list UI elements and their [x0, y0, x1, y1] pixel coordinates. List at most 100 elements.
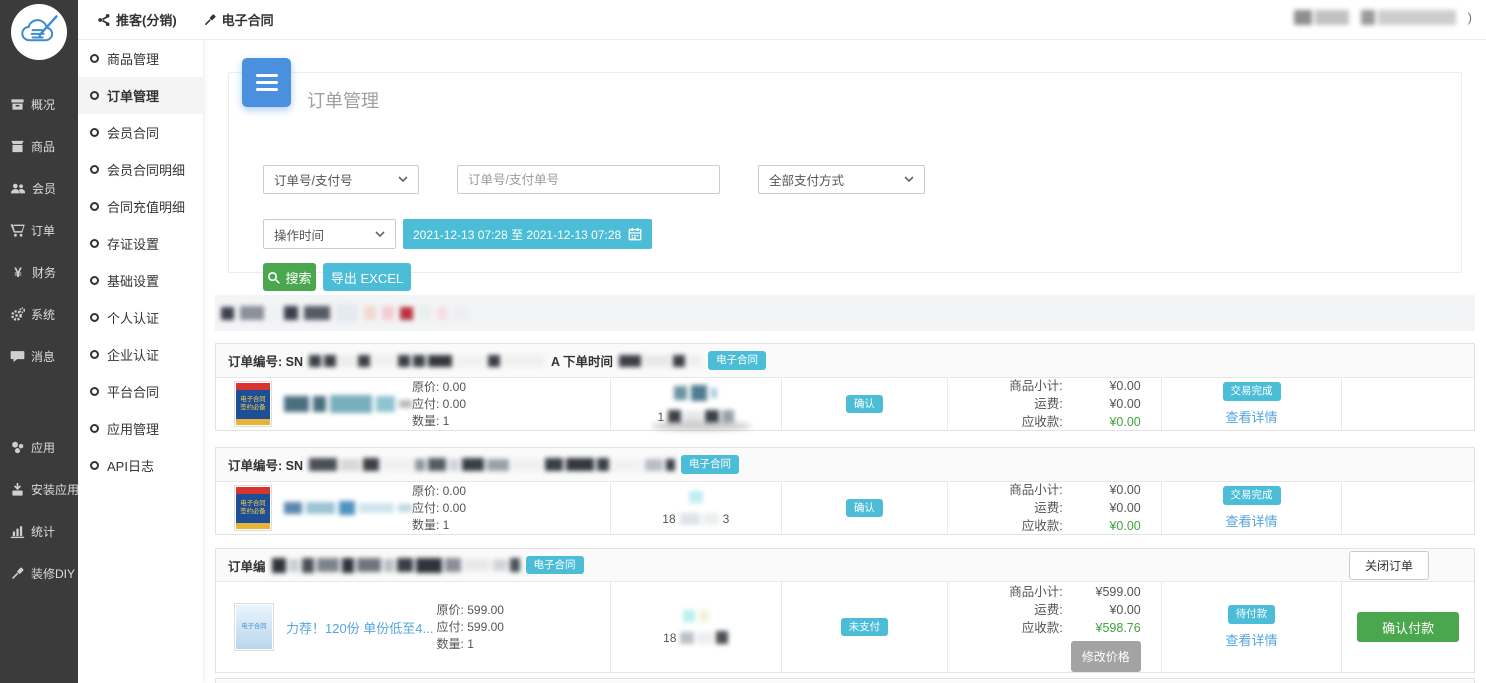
close-order-button[interactable]: 关闭订单 — [1349, 551, 1429, 580]
price-block: 原价: 599.00 应付: 599.00 数量: 1 — [437, 602, 600, 653]
sidebar-item-stats[interactable]: 统计 — [0, 510, 78, 552]
totals-cell: 商品小计:¥0.00 运费:¥0.00 应收款:¥0.00 — [948, 378, 1162, 430]
submenu-label: 会员合同 — [107, 123, 159, 142]
topbar-item-distribution[interactable]: 推客(分销) — [97, 10, 177, 29]
sidebar-item-messages[interactable]: 消息 — [0, 335, 78, 377]
search-icon — [267, 271, 280, 284]
buyer-phone: 1 — [657, 410, 734, 424]
circle-icon — [90, 350, 99, 359]
order-status-tabs[interactable] — [215, 295, 1475, 331]
view-detail-link[interactable]: 查看详情 — [1226, 511, 1278, 530]
account-suffix: ) — [1468, 10, 1472, 25]
chat-bubble-icon — [10, 349, 25, 364]
redacted-buyer-name — [689, 491, 703, 503]
receivable-label: 应收款: — [948, 413, 1063, 431]
sidebar-item-finance[interactable]: ¥ 财务 — [0, 251, 78, 293]
order-status-badge: 待付款 — [1228, 605, 1276, 624]
sidebar-item-label: 安装应用 — [31, 481, 79, 498]
submenu-item-basic-settings[interactable]: 基础设置 — [78, 262, 203, 299]
buyer-fragment: 18 — [662, 512, 675, 526]
shipping-label: 运费: — [948, 395, 1063, 413]
order-header — [216, 679, 1474, 683]
page-title: 订单管理 — [307, 87, 379, 113]
sidebar-item-system[interactable]: 系统 — [0, 293, 78, 335]
submenu-item-member-contract[interactable]: 会员合同 — [78, 114, 203, 151]
redacted-product-title — [284, 501, 412, 515]
search-button[interactable]: 搜索 — [263, 263, 316, 291]
submenu-item-enterprise-auth[interactable]: 企业认证 — [78, 336, 203, 373]
sidebar-item-install-apps[interactable]: 安装应用 — [0, 468, 78, 510]
unpaid-status-badge: 未支付 — [841, 618, 889, 637]
gear-icon — [10, 307, 25, 322]
main-content: 订单管理 订单号/支付号 全部支付方式 操作时间 2021-12-13 07:2… — [203, 40, 1486, 683]
buyer-fragment: 1 — [657, 410, 664, 424]
circle-icon — [90, 276, 99, 285]
order-status-badge: 交易完成 — [1223, 486, 1281, 505]
subtotal-value: ¥0.00 — [1063, 377, 1141, 395]
topbar-account-area[interactable]: ) — [1294, 10, 1472, 25]
calendar-icon — [628, 227, 642, 241]
payment-method-select[interactable]: 全部支付方式 — [758, 165, 925, 194]
shipping-value: ¥0.00 — [1063, 601, 1141, 619]
receivable-value: ¥0.00 — [1063, 413, 1141, 431]
order-header: 订单编号: SN — [216, 448, 1474, 482]
topbar-item-econtract[interactable]: 电子合同 — [203, 10, 274, 29]
order-card: 订单编号: SN A 下单时间 — [215, 343, 1475, 431]
submenu-item-platform-contract[interactable]: 平台合同 — [78, 373, 203, 410]
price-block: 原价: 0.00 应付: 0.00 数量: 1 — [412, 483, 600, 534]
chevron-down-icon — [398, 176, 408, 183]
price-block: 原价: 0.00 应付: 0.00 数量: 1 — [412, 379, 600, 430]
product-title-link[interactable]: 力荐！120份 单份低至4... — [286, 618, 437, 637]
view-detail-link[interactable]: 查看详情 — [1226, 407, 1278, 426]
subtotal-label: 商品小计: — [948, 583, 1063, 601]
apps-icon — [10, 440, 25, 455]
shipping-label: 运费: — [948, 601, 1063, 619]
view-detail-link[interactable]: 查看详情 — [1226, 630, 1278, 649]
app-logo — [11, 4, 67, 60]
circle-icon — [90, 128, 99, 137]
submenu-item-member-contract-detail[interactable]: 会员合同明细 — [78, 151, 203, 188]
due-price: 应付: 0.00 — [412, 396, 600, 413]
original-price: 原价: 599.00 — [437, 602, 600, 619]
search-type-select[interactable]: 订单号/支付号 — [263, 165, 419, 194]
date-range-picker[interactable]: 2021-12-13 07:28 至 2021-12-13 07:28 — [403, 219, 652, 249]
submenu: 商品管理 订单管理 会员合同 会员合同明细 合同充值明细 存证设置 基础设置 个… — [78, 40, 203, 683]
buyer-cell: 1 — [611, 378, 782, 430]
confirm-payment-button[interactable]: 确认付款 — [1357, 612, 1459, 642]
submenu-item-personal-auth[interactable]: 个人认证 — [78, 299, 203, 336]
redacted-order-no — [309, 458, 675, 471]
members-icon — [10, 181, 26, 196]
submenu-item-app-mgmt[interactable]: 应用管理 — [78, 410, 203, 447]
chevron-down-icon — [904, 176, 914, 183]
order-row: 电子合同 力荐！120份 单份低至4... 原价: 599.00 应付: 599… — [216, 582, 1474, 672]
submenu-item-goods-mgmt[interactable]: 商品管理 — [78, 40, 203, 77]
export-excel-button[interactable]: 导出 EXCEL — [323, 263, 411, 291]
sidebar-item-goods[interactable]: 商品 — [0, 125, 78, 167]
sidebar-item-orders[interactable]: 订单 — [0, 209, 78, 251]
keyword-input[interactable] — [468, 173, 709, 187]
sidebar-toggle-button[interactable] — [242, 58, 291, 107]
order-management-screen: 推客(分销) 电子合同 ) — [0, 0, 1486, 683]
submenu-item-order-mgmt[interactable]: 订单管理 — [78, 77, 203, 114]
bar-chart-icon — [10, 524, 25, 539]
thumb-text: 签约必备 — [240, 508, 265, 515]
sidebar-item-members[interactable]: 会员 — [0, 167, 78, 209]
submenu-item-api-log[interactable]: API日志 — [78, 447, 203, 484]
chevron-down-icon — [375, 231, 385, 238]
sidebar-item-overview[interactable]: 概况 — [0, 83, 78, 125]
confirm-status-badge: 确认 — [846, 499, 883, 518]
sidebar-item-decorate-diy[interactable]: 装修DIY — [0, 552, 78, 594]
receivable-value: ¥598.76 — [1063, 619, 1141, 637]
submenu-item-contract-recharge-detail[interactable]: 合同充值明细 — [78, 188, 203, 225]
order-status-badge: 交易完成 — [1223, 382, 1281, 401]
order-no-prefix: 订单编号: SN — [228, 455, 303, 474]
date-range-value: 2021-12-13 07:28 至 2021-12-13 07:28 — [413, 226, 621, 243]
sidebar-list: 概况 商品 会员 订单 ¥ 财务 系统 — [0, 83, 78, 594]
modify-price-button[interactable]: 修改价格 — [1071, 641, 1141, 672]
submenu-item-evidence-settings[interactable]: 存证设置 — [78, 225, 203, 262]
circle-icon — [90, 165, 99, 174]
sidebar-item-apps[interactable]: 应用 — [0, 426, 78, 468]
sidebar-spacer — [0, 377, 78, 426]
time-type-select[interactable]: 操作时间 — [263, 219, 396, 249]
buyer-cell: 18 — [611, 582, 782, 672]
